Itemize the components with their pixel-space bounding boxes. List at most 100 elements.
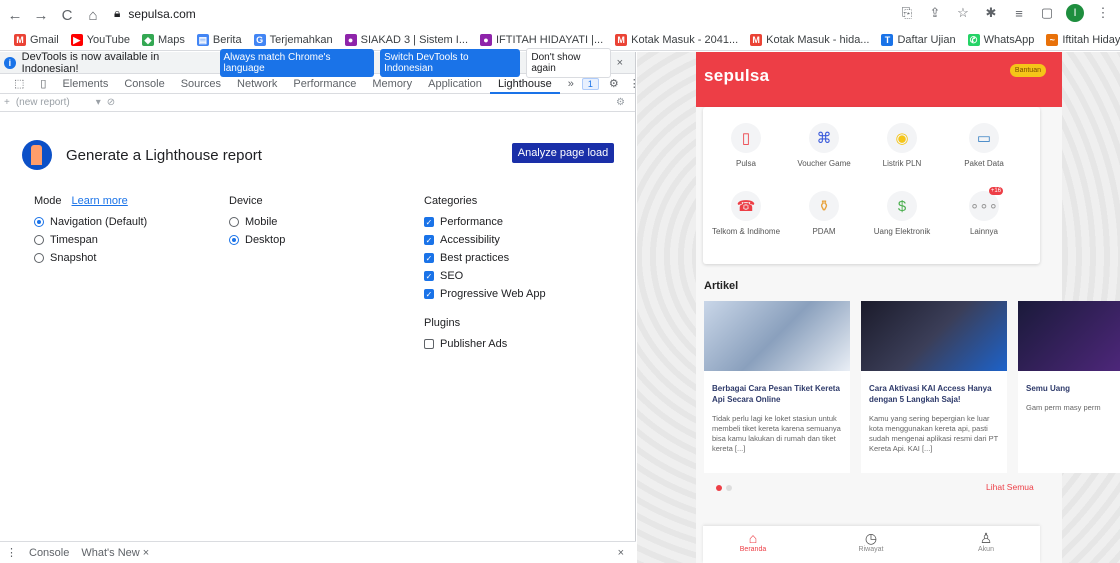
tab-sources[interactable]: Sources	[173, 74, 229, 94]
report-select[interactable]: (new report)	[16, 97, 70, 108]
extensions-icon[interactable]: ✱	[982, 5, 1000, 21]
translate-icon[interactable]: ⎘	[898, 5, 916, 21]
radio-button[interactable]	[34, 253, 44, 263]
settings-gear-icon[interactable]: ⚙	[609, 77, 619, 90]
checkbox[interactable]: ✓	[424, 271, 434, 281]
drawer-tab-whats-new[interactable]: What's New ×	[81, 547, 149, 559]
checkbox-option[interactable]: ✓ Performance	[424, 213, 546, 231]
analyze-button[interactable]: Analyze page load	[512, 143, 614, 163]
service-telkom-indihome[interactable]: ☎ Telkom & Indihome	[707, 191, 785, 236]
radio-button[interactable]	[34, 217, 44, 227]
learn-more-link[interactable]: Learn more	[72, 195, 128, 207]
bookmark-item[interactable]: ▤ Berita	[196, 34, 242, 46]
drawer-tab-console[interactable]: Console	[29, 547, 69, 559]
back-button[interactable]: ←	[4, 4, 26, 26]
home-button[interactable]: ⌂	[82, 4, 104, 26]
forward-button[interactable]: →	[30, 4, 52, 26]
address-bar[interactable]: 🔒︎ sepulsa.com	[114, 6, 196, 21]
lighthouse-header: Generate a Lighthouse report	[22, 140, 262, 170]
service-uang-elektronik[interactable]: $ Uang Elektronik	[863, 191, 941, 236]
carousel-dot[interactable]	[726, 485, 732, 491]
bookmark-icon: T	[881, 34, 894, 46]
bookmark-item[interactable]: ◆ Maps	[141, 34, 185, 46]
checkbox[interactable]: ✓	[424, 217, 434, 227]
reload-button[interactable]: C	[56, 4, 78, 26]
match-language-button[interactable]: Always match Chrome's language	[219, 48, 375, 77]
switch-language-button[interactable]: Switch DevTools to Indonesian	[380, 48, 521, 77]
bookmark-item[interactable]: ✆ WhatsApp	[967, 34, 1034, 46]
article-card[interactable]: Semu Uang Gam perm masy perm	[1018, 301, 1120, 473]
bookmark-item[interactable]: ~Iftitah Hidayati – O...	[1046, 34, 1120, 46]
article-card[interactable]: Cara Aktivasi KAI Access Hanya dengan 5 …	[861, 301, 1007, 473]
service-listrik-pln[interactable]: ◉ Listrik PLN	[863, 123, 941, 168]
radio-button[interactable]	[34, 235, 44, 245]
bookmark-item[interactable]: G Terjemahkan	[253, 34, 333, 46]
service-label: Pulsa	[735, 159, 756, 168]
report-settings-icon[interactable]: ⚙	[616, 97, 625, 108]
infobar-close-icon[interactable]: ×	[617, 57, 623, 69]
dropdown-icon[interactable]: ▾	[96, 97, 101, 108]
options-option[interactable]: Mobile	[229, 213, 285, 231]
checkbox-option[interactable]: ✓ Progressive Web App	[424, 285, 546, 303]
service-pulsa[interactable]: ▯ Pulsa	[707, 123, 785, 168]
bookmark-item[interactable]: M Kotak Masuk - hida...	[750, 34, 869, 46]
sepulsa-logo[interactable]: sepulsa	[704, 66, 769, 86]
checkbox[interactable]: ✓	[424, 235, 434, 245]
nav-riwayat[interactable]: ◷ Riwayat	[841, 530, 901, 553]
checkbox-option[interactable]: ✓ Best practices	[424, 249, 546, 267]
radio-button[interactable]	[229, 217, 239, 227]
drawer-menu-icon[interactable]: ⋮	[6, 546, 17, 559]
tab-[interactable]: »	[560, 74, 582, 94]
inspect-icon[interactable]: ⬚	[6, 74, 32, 94]
service-paket-data[interactable]: ▭ Paket Data	[945, 123, 1023, 168]
bookmark-item[interactable]: T Daftar Ujian	[881, 34, 956, 46]
checkbox-option[interactable]: Publisher Ads	[424, 335, 546, 353]
tab-console[interactable]: Console	[116, 74, 172, 94]
service-pdam[interactable]: ⚱ PDAM	[785, 191, 863, 236]
drawer-close-icon[interactable]: ×	[618, 547, 624, 559]
nav-beranda[interactable]: ⌂ Beranda	[723, 530, 783, 553]
tab-lighthouse[interactable]: Lighthouse	[489, 74, 560, 94]
checkbox[interactable]	[424, 339, 434, 349]
tab-performance[interactable]: Performance	[285, 74, 364, 94]
service-lainnya[interactable]: ∘∘∘ +16 Lainnya	[945, 187, 1023, 236]
device-toggle-icon[interactable]: ▯	[32, 74, 54, 94]
see-all-link[interactable]: Lihat Semua	[986, 482, 1034, 492]
bookmark-item[interactable]: ▶ YouTube	[70, 34, 130, 46]
new-report-icon[interactable]: +	[4, 97, 10, 108]
clear-icon[interactable]: ⊘	[107, 97, 115, 108]
options-option[interactable]: Navigation (Default)	[34, 213, 147, 231]
star-icon[interactable]: ☆	[954, 5, 972, 21]
checkbox[interactable]: ✓	[424, 289, 434, 299]
checkbox-option[interactable]: ✓ SEO	[424, 267, 546, 285]
share-icon[interactable]: ⇪	[926, 5, 944, 21]
service-label: Paket Data	[964, 159, 1004, 168]
carousel-dot-active[interactable]	[716, 485, 722, 491]
tab-application[interactable]: Application	[420, 74, 490, 94]
sidepanel-icon[interactable]: ▢	[1038, 5, 1056, 21]
options-option[interactable]: Timespan	[34, 231, 147, 249]
nav-akun[interactable]: ♙ Akun	[956, 530, 1016, 553]
profile-avatar[interactable]: I	[1066, 4, 1084, 22]
bookmark-item[interactable]: M Kotak Masuk - 2041...	[615, 34, 738, 46]
checkbox[interactable]: ✓	[424, 253, 434, 263]
service-voucher-game[interactable]: ⌘ Voucher Game	[785, 123, 863, 168]
article-card[interactable]: Berbagai Cara Pesan Tiket Kereta Api Sec…	[704, 301, 850, 473]
issues-badge[interactable]: 1	[581, 77, 599, 90]
radio-button[interactable]	[229, 235, 239, 245]
menu-icon[interactable]: ⋮	[1094, 5, 1112, 21]
checkbox-option[interactable]: ✓ Accessibility	[424, 231, 546, 249]
bookmark-item[interactable]: M Gmail	[14, 34, 59, 46]
service-icon: $	[887, 191, 917, 221]
media-icon[interactable]: ≡	[1010, 6, 1028, 21]
help-button[interactable]: Bantuan	[1009, 64, 1046, 77]
service-icon: ◉	[887, 123, 917, 153]
tab-memory[interactable]: Memory	[364, 74, 420, 94]
bookmark-item[interactable]: ● IFTITAH HIDAYATI |...	[480, 34, 603, 46]
tab-elements[interactable]: Elements	[54, 74, 116, 94]
options-option[interactable]: Desktop	[229, 231, 285, 249]
lock-icon: 🔒︎	[114, 6, 121, 20]
options-option[interactable]: Snapshot	[34, 249, 147, 267]
tab-network[interactable]: Network	[229, 74, 285, 94]
bookmark-item[interactable]: ● SIAKAD 3 | Sistem I...	[344, 34, 468, 46]
